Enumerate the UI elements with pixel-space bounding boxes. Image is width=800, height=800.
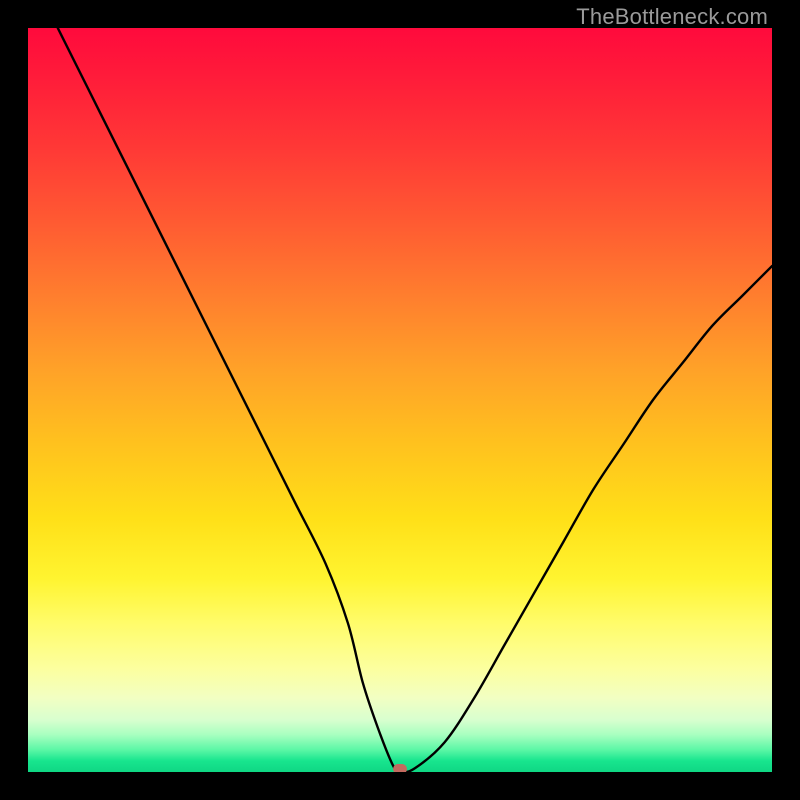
watermark-text: TheBottleneck.com bbox=[576, 4, 768, 30]
bottleneck-curve bbox=[28, 28, 772, 772]
optimum-marker bbox=[393, 764, 407, 772]
plot-area bbox=[28, 28, 772, 772]
chart-frame: TheBottleneck.com bbox=[0, 0, 800, 800]
